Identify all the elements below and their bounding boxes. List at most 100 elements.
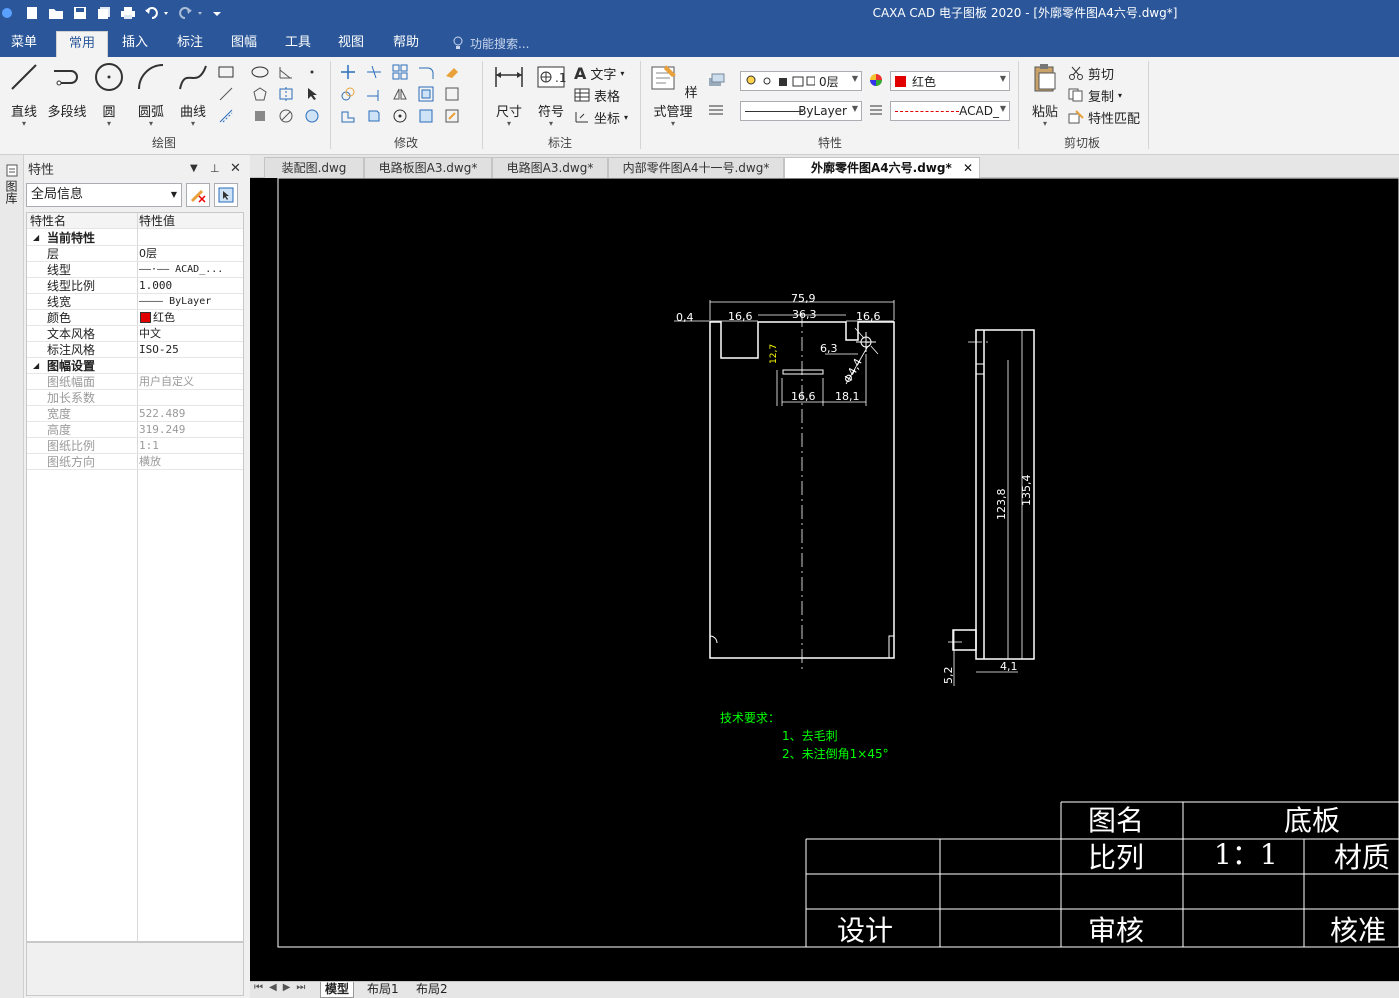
- polygon-icon[interactable]: [250, 85, 270, 103]
- customize-quick-access-icon[interactable]: [210, 3, 224, 23]
- property-row[interactable]: 颜色 红色: [27, 310, 243, 326]
- circle-button[interactable]: 圆 ▾: [92, 61, 126, 128]
- tab-tools[interactable]: 工具: [278, 31, 318, 57]
- property-row[interactable]: 线型比例 1.000: [27, 278, 243, 294]
- tab-annotate[interactable]: 标注: [170, 31, 210, 57]
- dim-slot-height: 12,7: [769, 344, 779, 364]
- stretch-icon[interactable]: [338, 107, 358, 125]
- scale-icon[interactable]: [364, 107, 384, 125]
- hatch-line-icon[interactable]: [216, 85, 236, 103]
- text-button[interactable]: A 文字 ▾: [574, 63, 624, 83]
- dimension-button[interactable]: 尺寸 ▾: [490, 61, 528, 128]
- tab-menu[interactable]: 菜单: [4, 31, 44, 57]
- centerline-icon[interactable]: [276, 85, 296, 103]
- layout-nav-arrows-icon[interactable]: ⏮◀▶⏭: [254, 982, 311, 993]
- color-combo[interactable]: 红色 ▼: [890, 71, 1010, 91]
- fill-icon[interactable]: [250, 107, 270, 125]
- symbol-button[interactable]: .1 符号 ▾: [532, 61, 570, 128]
- coordinate-button[interactable]: 坐标 ▾: [574, 107, 628, 127]
- panel-menu-icon[interactable]: ▼: [190, 163, 198, 174]
- cursor-icon[interactable]: [302, 85, 322, 103]
- redo-icon[interactable]: [176, 3, 206, 23]
- polyline-button[interactable]: 多段线: [44, 61, 90, 120]
- ellipse-icon[interactable]: [250, 63, 270, 81]
- array-icon[interactable]: [390, 63, 410, 81]
- angle-line-icon[interactable]: [276, 63, 296, 81]
- offset-icon[interactable]: [416, 85, 436, 103]
- point-icon[interactable]: [302, 63, 322, 81]
- print-icon[interactable]: [118, 3, 138, 23]
- layer-manager-icon[interactable]: [706, 71, 726, 89]
- property-row[interactable]: 线宽 ———— ByLayer: [27, 294, 243, 310]
- paste-button[interactable]: 粘贴 ▾: [1026, 61, 1064, 128]
- doc-tab[interactable]: 内部零件图A4十一号.dwg*: [608, 157, 784, 178]
- tab-help[interactable]: 帮助: [386, 31, 426, 57]
- edit-icon[interactable]: [442, 107, 462, 125]
- linetype-combo[interactable]: ByLayer ▼: [740, 101, 862, 121]
- select-objects-button[interactable]: [214, 183, 238, 207]
- save-icon[interactable]: [70, 3, 90, 23]
- property-row[interactable]: 线型 ——·—— ACAD_...: [27, 262, 243, 278]
- eraser-icon[interactable]: [442, 63, 462, 81]
- property-name: 标注风格: [47, 343, 96, 357]
- layout-tab[interactable]: 布局1: [363, 982, 403, 998]
- rectangle-icon[interactable]: [216, 63, 236, 81]
- new-file-icon[interactable]: [22, 3, 42, 23]
- doc-tab[interactable]: 装配图.dwg: [264, 157, 364, 178]
- tab-common[interactable]: 常用: [56, 31, 108, 57]
- parallel-line-icon[interactable]: [216, 107, 236, 125]
- tab-view[interactable]: 视图: [331, 31, 371, 57]
- property-row[interactable]: 文本风格 中文: [27, 326, 243, 342]
- properties-scope-select[interactable]: 全局信息 ▼: [26, 183, 182, 207]
- tab-insert[interactable]: 插入: [115, 31, 155, 57]
- move-icon[interactable]: [338, 63, 358, 81]
- layout-tab[interactable]: 布局2: [412, 982, 452, 998]
- category-row[interactable]: ◢ 图幅设置: [27, 358, 243, 374]
- layout-tab-model[interactable]: 模型: [320, 982, 355, 998]
- cloud-icon[interactable]: [302, 107, 322, 125]
- app-logo-icon[interactable]: [0, 3, 14, 23]
- tab-drawing-sheet[interactable]: 图幅: [224, 31, 264, 57]
- line-button[interactable]: 直线 ▾: [6, 61, 42, 128]
- doc-tab-active[interactable]: 外廓零件图A4六号.dwg* ✕: [784, 157, 980, 178]
- doc-tab[interactable]: 电路板图A3.dwg*: [364, 157, 492, 178]
- mirror-icon[interactable]: [390, 85, 410, 103]
- trim-icon[interactable]: [364, 63, 384, 81]
- property-row[interactable]: 层 0层: [27, 246, 243, 262]
- linestyle-combo[interactable]: ACAD_ ▼: [890, 101, 1010, 121]
- color-wheel-icon[interactable]: [866, 71, 886, 89]
- drawing-canvas[interactable]: 75,9 0,4 16,6 36,3 16,6 6,3 Φ4,4 12,7 16…: [250, 178, 1399, 981]
- property-row[interactable]: 标注风格 ISO-25: [27, 342, 243, 358]
- fillet-icon[interactable]: [416, 63, 436, 81]
- save-all-icon[interactable]: [94, 3, 114, 23]
- close-icon[interactable]: ✕: [230, 161, 241, 176]
- linetype-icon[interactable]: [706, 101, 726, 119]
- curve-button[interactable]: 曲线 ▾: [174, 61, 212, 128]
- extend-icon[interactable]: [364, 85, 384, 103]
- copy-object-icon[interactable]: [338, 85, 358, 103]
- match-properties-button[interactable]: 特性匹配: [1068, 107, 1140, 127]
- collapse-icon[interactable]: ◢: [33, 230, 39, 246]
- lineweight-icon[interactable]: [866, 101, 886, 119]
- chevron-down-icon: ▼: [851, 74, 858, 83]
- quick-select-button[interactable]: [186, 183, 210, 207]
- style-manager-button[interactable]: 样式管理 ▾: [644, 61, 702, 128]
- block-icon[interactable]: [442, 85, 462, 103]
- feature-search[interactable]: 功能搜索...: [452, 33, 529, 53]
- close-icon[interactable]: ✕: [963, 158, 973, 178]
- doc-tab[interactable]: 电路图A3.dwg*: [492, 157, 608, 178]
- layer-combo[interactable]: 0层 ▼: [740, 71, 862, 91]
- pin-icon[interactable]: ⊥: [210, 162, 220, 175]
- undo-icon[interactable]: [142, 3, 172, 23]
- open-file-icon[interactable]: [46, 3, 66, 23]
- arc-button[interactable]: 圆弧 ▾: [132, 61, 170, 128]
- hatch-icon[interactable]: [276, 107, 296, 125]
- explode-icon[interactable]: [416, 107, 436, 125]
- library-tab[interactable]: 图库: [4, 163, 20, 204]
- rotate-icon[interactable]: [390, 107, 410, 125]
- collapse-icon[interactable]: ◢: [33, 358, 39, 374]
- table-button[interactable]: 表格: [574, 85, 620, 105]
- category-row[interactable]: ◢ 当前特性: [27, 230, 243, 246]
- cut-button[interactable]: 剪切: [1068, 63, 1114, 83]
- copy-button[interactable]: 复制 ▾: [1068, 85, 1122, 105]
